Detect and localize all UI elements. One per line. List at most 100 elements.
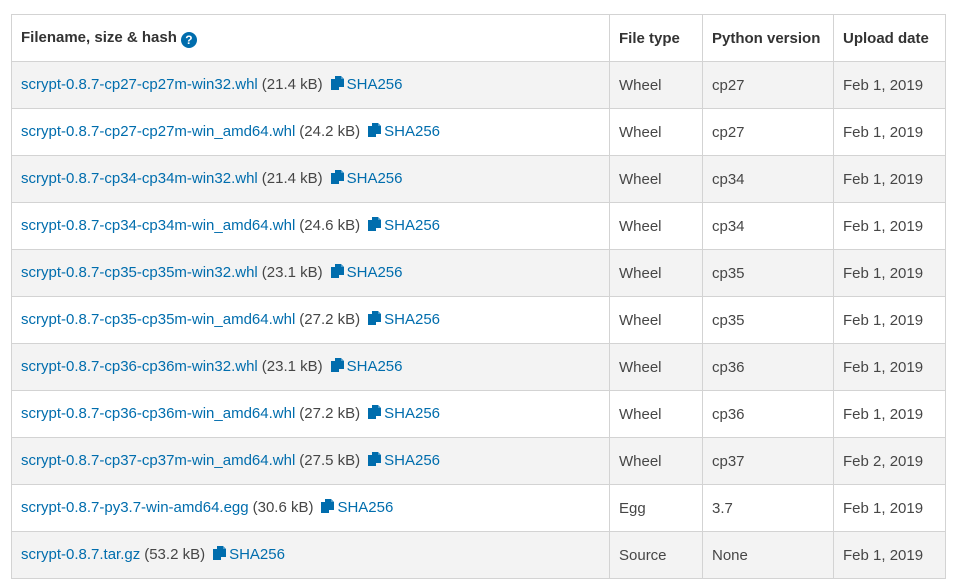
copy-icon bbox=[330, 75, 344, 95]
sha256-copy-button[interactable]: SHA256 bbox=[368, 122, 440, 142]
copy-icon bbox=[368, 404, 382, 424]
file-size: (21.4 kB) bbox=[261, 75, 323, 93]
sha256-copy-button[interactable]: SHA256 bbox=[321, 498, 394, 518]
file-download-link[interactable]: scrypt-0.8.7-cp34-cp34m-win_amd64.whl bbox=[21, 217, 295, 234]
file-download-link[interactable]: scrypt-0.8.7.tar.gz bbox=[21, 546, 140, 563]
table-row: scrypt-0.8.7-cp37-cp37m-win_amd64.whl (27… bbox=[11, 437, 946, 485]
cell-upload-date: Feb 1, 2019 bbox=[833, 108, 946, 156]
file-size: (23.1 kB) bbox=[261, 263, 323, 281]
sha256-copy-button[interactable]: SHA256 bbox=[213, 545, 285, 565]
file-download-link[interactable]: scrypt-0.8.7-cp27-cp27m-win_amd64.whl bbox=[21, 123, 295, 140]
cell-upload-date: Feb 1, 2019 bbox=[833, 155, 946, 203]
sha256-label: SHA256 bbox=[384, 310, 441, 328]
sha256-copy-button[interactable]: SHA256 bbox=[330, 263, 403, 283]
file-size: (21.4 kB) bbox=[261, 169, 323, 187]
file-size: (30.6 kB) bbox=[252, 498, 314, 516]
file-download-link[interactable]: scrypt-0.8.7-cp27-cp27m-win32.whl bbox=[21, 76, 258, 93]
cell-filename: scrypt-0.8.7-cp34-cp34m-win_amd64.whl (24… bbox=[11, 202, 610, 250]
copy-icon bbox=[368, 310, 382, 330]
sha256-label: SHA256 bbox=[384, 404, 441, 422]
file-size: (24.2 kB) bbox=[299, 122, 361, 140]
sha256-label: SHA256 bbox=[337, 498, 394, 516]
cell-file-type: Wheel bbox=[609, 343, 703, 391]
cell-upload-date: Feb 1, 2019 bbox=[833, 61, 946, 109]
cell-upload-date: Feb 1, 2019 bbox=[833, 296, 946, 344]
table-row: scrypt-0.8.7-cp35-cp35m-win_amd64.whl (27… bbox=[11, 296, 946, 344]
cell-upload-date: Feb 1, 2019 bbox=[833, 202, 946, 250]
sha256-copy-button[interactable]: SHA256 bbox=[330, 357, 403, 377]
sha256-copy-button[interactable]: SHA256 bbox=[368, 216, 441, 236]
file-download-link[interactable]: scrypt-0.8.7-cp35-cp35m-win_amd64.whl bbox=[21, 311, 295, 328]
cell-filename: scrypt-0.8.7-cp35-cp35m-win32.whl (23.1 k… bbox=[11, 249, 610, 297]
sha256-copy-button[interactable]: SHA256 bbox=[330, 169, 403, 189]
file-size: (27.2 kB) bbox=[299, 310, 361, 328]
cell-upload-date: Feb 1, 2019 bbox=[833, 390, 946, 438]
cell-filename: scrypt-0.8.7-cp36-cp36m-win_amd64.whl (27… bbox=[11, 390, 610, 438]
sha256-label: SHA256 bbox=[346, 169, 403, 187]
header-filename: Filename, size & hash? bbox=[11, 14, 610, 62]
sha256-label: SHA256 bbox=[384, 216, 441, 234]
copy-icon bbox=[368, 216, 382, 236]
download-files-table-wrapper: Filename, size & hash? File type Python … bbox=[11, 14, 946, 579]
copy-icon bbox=[368, 122, 382, 142]
table-row: scrypt-0.8.7-cp34-cp34m-win_amd64.whl (24… bbox=[11, 202, 946, 250]
cell-filename: scrypt-0.8.7-cp35-cp35m-win_amd64.whl (27… bbox=[11, 296, 610, 344]
cell-file-type: Wheel bbox=[609, 108, 703, 156]
header-filename-label: Filename, size & hash bbox=[21, 28, 177, 46]
copy-icon bbox=[330, 263, 344, 283]
table-row: scrypt-0.8.7-cp36-cp36m-win_amd64.whl (27… bbox=[11, 390, 946, 438]
sha256-label: SHA256 bbox=[384, 451, 441, 469]
file-download-link[interactable]: scrypt-0.8.7-cp36-cp36m-win_amd64.whl bbox=[21, 405, 295, 422]
cell-file-type: Wheel bbox=[609, 61, 703, 109]
cell-upload-date: Feb 1, 2019 bbox=[833, 484, 946, 532]
sha256-copy-button[interactable]: SHA256 bbox=[368, 404, 441, 424]
download-files-table: Filename, size & hash? File type Python … bbox=[11, 14, 946, 579]
file-download-link[interactable]: scrypt-0.8.7-cp37-cp37m-win_amd64.whl bbox=[21, 452, 295, 469]
copy-icon bbox=[321, 498, 335, 518]
cell-filename: scrypt-0.8.7-cp27-cp27m-win_amd64.whl (24… bbox=[11, 108, 610, 156]
cell-filename: scrypt-0.8.7-cp34-cp34m-win32.whl (21.4 k… bbox=[11, 155, 610, 203]
copy-icon bbox=[368, 451, 382, 471]
file-size: (27.2 kB) bbox=[299, 404, 361, 422]
file-download-link[interactable]: scrypt-0.8.7-py3.7-win-amd64.egg bbox=[21, 499, 249, 516]
cell-filename: scrypt-0.8.7-cp27-cp27m-win32.whl (21.4 k… bbox=[11, 61, 610, 109]
file-download-link[interactable]: scrypt-0.8.7-cp34-cp34m-win32.whl bbox=[21, 170, 258, 187]
copy-icon bbox=[330, 357, 344, 377]
copy-icon bbox=[213, 545, 227, 565]
table-row: scrypt-0.8.7-cp35-cp35m-win32.whl (23.1 k… bbox=[11, 249, 946, 297]
cell-python-version: cp27 bbox=[702, 61, 834, 109]
header-python-version: Python version bbox=[702, 14, 834, 62]
cell-filename: scrypt-0.8.7-cp36-cp36m-win32.whl (23.1 k… bbox=[11, 343, 610, 391]
cell-python-version: cp34 bbox=[702, 202, 834, 250]
file-download-link[interactable]: scrypt-0.8.7-cp35-cp35m-win32.whl bbox=[21, 264, 258, 281]
cell-file-type: Wheel bbox=[609, 249, 703, 297]
cell-filename: scrypt-0.8.7.tar.gz (53.2 kB) SHA256 bbox=[11, 531, 610, 579]
sha256-label: SHA256 bbox=[346, 357, 403, 375]
table-row: scrypt-0.8.7-cp36-cp36m-win32.whl (23.1 k… bbox=[11, 343, 946, 391]
file-size: (27.5 kB) bbox=[299, 451, 361, 469]
table-row: scrypt-0.8.7-cp27-cp27m-win_amd64.whl (24… bbox=[11, 108, 946, 156]
cell-upload-date: Feb 1, 2019 bbox=[833, 343, 946, 391]
header-upload-date: Upload date bbox=[833, 14, 946, 62]
table-row: scrypt-0.8.7.tar.gz (53.2 kB) SHA256 Source… bbox=[11, 531, 946, 579]
sha256-copy-button[interactable]: SHA256 bbox=[330, 75, 403, 95]
cell-file-type: Wheel bbox=[609, 202, 703, 250]
cell-python-version: cp36 bbox=[702, 390, 834, 438]
sha256-copy-button[interactable]: SHA256 bbox=[368, 310, 441, 330]
sha256-label: SHA256 bbox=[346, 75, 403, 93]
file-download-link[interactable]: scrypt-0.8.7-cp36-cp36m-win32.whl bbox=[21, 358, 258, 375]
sha256-copy-button[interactable]: SHA256 bbox=[368, 451, 441, 471]
header-file-type: File type bbox=[609, 14, 703, 62]
cell-python-version: cp36 bbox=[702, 343, 834, 391]
cell-file-type: Wheel bbox=[609, 437, 703, 485]
sha256-label: SHA256 bbox=[229, 545, 285, 563]
cell-upload-date: Feb 1, 2019 bbox=[833, 531, 946, 579]
cell-file-type: Wheel bbox=[609, 155, 703, 203]
cell-upload-date: Feb 1, 2019 bbox=[833, 249, 946, 297]
help-icon[interactable]: ? bbox=[180, 31, 197, 48]
cell-python-version: cp34 bbox=[702, 155, 834, 203]
copy-icon bbox=[330, 169, 344, 189]
cell-file-type: Source bbox=[609, 531, 703, 579]
cell-python-version: 3.7 bbox=[702, 484, 834, 532]
cell-python-version: cp37 bbox=[702, 437, 834, 485]
